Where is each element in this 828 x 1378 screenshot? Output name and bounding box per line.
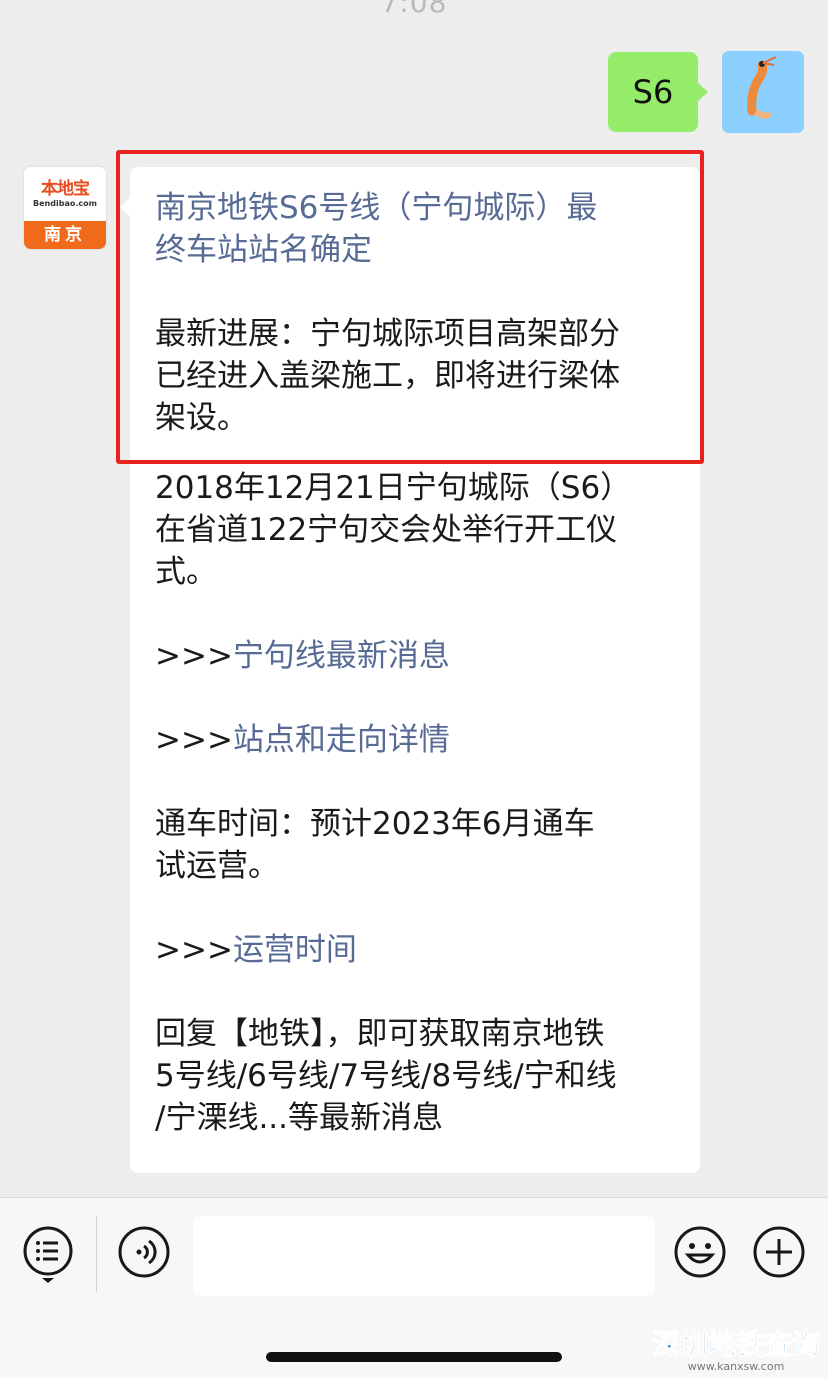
start-line-1: 2018年12月21日宁句城际（S6） xyxy=(155,470,632,506)
start-paragraph: 2018年12月21日宁句城际（S6） 在省道122宁句交会处举行开工仪 式。 xyxy=(155,467,680,593)
progress-line-1: 最新进展：宁句城际项目高架部分 xyxy=(155,316,620,352)
voice-icon xyxy=(118,1226,170,1278)
bot-avatar[interactable]: 本地宝 Bendibao.com 南京 xyxy=(24,167,106,249)
smiley-icon xyxy=(674,1226,726,1278)
title-line-1: 南京地铁S6号线（宁句城际）最 xyxy=(155,190,598,226)
outgoing-message-text: S6 xyxy=(632,73,674,111)
watermark-url: www.kanxsw.com xyxy=(687,1360,785,1373)
link-row-stations: >>>站点和走向详情 xyxy=(155,719,680,761)
link-prefix: >>> xyxy=(155,932,233,968)
plus-button[interactable] xyxy=(752,1225,806,1279)
progress-line-2: 已经进入盖梁施工，即将进行梁体 xyxy=(155,358,620,394)
message-input[interactable] xyxy=(193,1216,655,1296)
opening-line-2: 试运营。 xyxy=(155,848,279,884)
bot-logo: 本地宝 Bendibao.com xyxy=(24,167,106,221)
outgoing-message-bubble[interactable]: S6 xyxy=(608,52,708,132)
opening-line-1: 通车时间：预计2023年6月通车 xyxy=(155,806,595,842)
status-time: 7:08 xyxy=(380,0,448,19)
bot-domain: Bendibao.com xyxy=(33,199,97,208)
link-row-latest-news: >>>宁句线最新消息 xyxy=(155,635,680,677)
progress-line-3: 架设。 xyxy=(155,400,248,436)
reply-line-2: 5号线/6号线/7号线/8号线/宁和线 xyxy=(155,1058,617,1094)
opening-paragraph: 通车时间：预计2023年6月通车 试运营。 xyxy=(155,803,680,887)
start-line-2: 在省道122宁句交会处举行开工仪 xyxy=(155,512,618,548)
message-content: 南京地铁S6号线（宁句城际）最 终车站站名确定 最新进展：宁句城际项目高架部分 … xyxy=(155,187,680,1139)
watermark-title: 深圳地铁查询 xyxy=(651,1328,820,1361)
user-avatar[interactable] xyxy=(722,51,804,133)
watermark: 深圳地铁查询 www.kanxsw.com xyxy=(646,1328,826,1374)
link-prefix: >>> xyxy=(155,638,233,674)
input-divider xyxy=(96,1216,97,1292)
plus-icon xyxy=(753,1226,805,1278)
bot-city: 南京 xyxy=(24,221,106,249)
reply-line-3: /宁溧线...等最新消息 xyxy=(155,1100,444,1136)
reply-line-1: 回复【地铁】，即可获取南京地铁 xyxy=(155,1016,605,1052)
home-indicator[interactable] xyxy=(266,1352,562,1362)
incoming-message-bubble: 南京地铁S6号线（宁句城际）最 终车站站名确定 最新进展：宁句城际项目高架部分 … xyxy=(120,167,700,1173)
operating-hours-link[interactable]: 运营时间 xyxy=(233,932,357,968)
reply-paragraph: 回复【地铁】，即可获取南京地铁 5号线/6号线/7号线/8号线/宁和线 /宁溧线… xyxy=(155,1013,680,1139)
list-icon xyxy=(23,1226,73,1283)
progress-paragraph: 最新进展：宁句城际项目高架部分 已经进入盖梁施工，即将进行梁体 架设。 xyxy=(155,313,680,439)
voice-button[interactable] xyxy=(117,1225,171,1279)
emoji-button[interactable] xyxy=(673,1225,727,1279)
menu-button[interactable] xyxy=(22,1225,74,1285)
stations-link[interactable]: 站点和走向详情 xyxy=(233,722,450,758)
link-prefix: >>> xyxy=(155,722,233,758)
shrimp-avatar-icon xyxy=(722,51,804,133)
article-title-link[interactable]: 南京地铁S6号线（宁句城际）最 终车站站名确定 xyxy=(155,187,680,271)
start-line-3: 式。 xyxy=(155,554,217,590)
bot-brand: 本地宝 xyxy=(41,179,90,199)
link-row-operating-hours: >>>运营时间 xyxy=(155,929,680,971)
title-line-2: 终车站站名确定 xyxy=(155,232,372,268)
latest-news-link[interactable]: 宁句线最新消息 xyxy=(233,638,450,674)
